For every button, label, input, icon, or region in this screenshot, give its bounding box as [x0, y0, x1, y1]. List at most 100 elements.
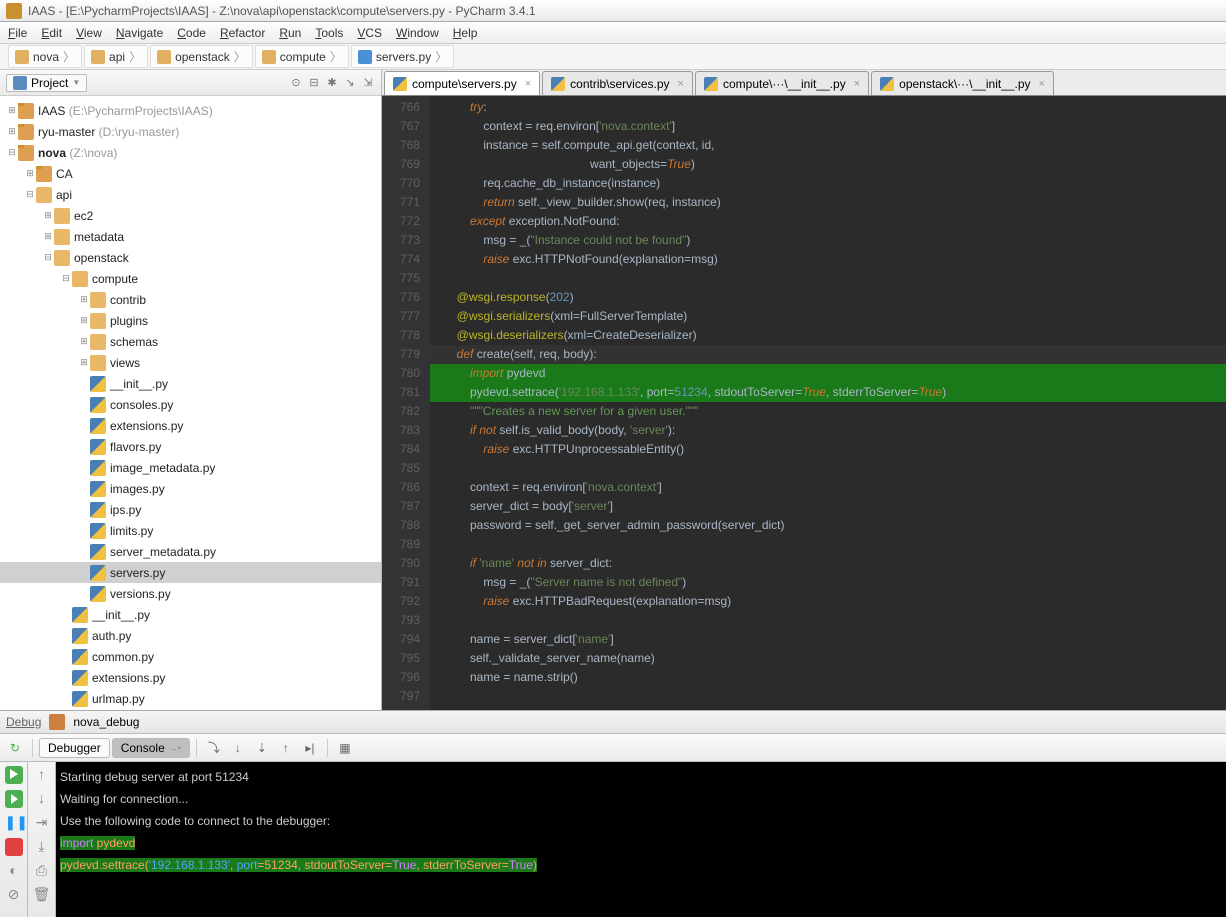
step-into-my-icon[interactable]: ⇣: [251, 737, 273, 759]
rerun-button[interactable]: ↻: [4, 737, 26, 759]
tree-item-contrib[interactable]: ⊞contrib: [0, 289, 381, 310]
tree-item-authpy[interactable]: auth.py: [0, 625, 381, 646]
tree-item-views[interactable]: ⊞views: [0, 352, 381, 373]
code-line[interactable]: password = self._get_server_admin_passwo…: [430, 516, 1226, 535]
close-icon[interactable]: ×: [1039, 78, 1045, 90]
tree-item-plugins[interactable]: ⊞plugins: [0, 310, 381, 331]
menu-run[interactable]: Run: [279, 26, 301, 40]
code-line[interactable]: msg = _("Instance could not be found"): [430, 231, 1226, 250]
code-line[interactable]: self._validate_server_name(name): [430, 649, 1226, 668]
code-line[interactable]: if not self.is_valid_body(body, 'server'…: [430, 421, 1226, 440]
debugger-tab[interactable]: Debugger: [39, 738, 110, 758]
breadcrumb-serverspy[interactable]: servers.py〉: [351, 45, 454, 68]
menu-refactor[interactable]: Refactor: [220, 26, 265, 40]
code-editor[interactable]: 766 767 768 769 770 771 772 773 774 775 …: [382, 96, 1226, 710]
code-line[interactable]: name = name.strip(): [430, 668, 1226, 687]
console-tab[interactable]: Console →•: [112, 738, 190, 758]
code-line[interactable]: if 'name' not in server_dict:: [430, 554, 1226, 573]
resume-button[interactable]: [5, 766, 23, 784]
editor-tab[interactable]: openstack\···\__init__.py×: [871, 71, 1054, 95]
step-out-icon[interactable]: ↑: [275, 737, 297, 759]
debug-config-name[interactable]: nova_debug: [73, 715, 139, 729]
editor-tab[interactable]: contrib\services.py×: [542, 71, 693, 95]
code-line[interactable]: msg = _("Server name is not defined"): [430, 573, 1226, 592]
breadcrumb-compute[interactable]: compute〉: [255, 45, 349, 68]
code-line[interactable]: req.cache_db_instance(instance): [430, 174, 1226, 193]
menu-navigate[interactable]: Navigate: [116, 26, 163, 40]
hide-icon[interactable]: ↘: [343, 76, 357, 90]
tree-item-commonpy[interactable]: common.py: [0, 646, 381, 667]
menu-view[interactable]: View: [76, 26, 102, 40]
code-line[interactable]: [430, 269, 1226, 288]
tree-item-consolespy[interactable]: consoles.py: [0, 394, 381, 415]
tree-item-ipspy[interactable]: ips.py: [0, 499, 381, 520]
code-line[interactable]: @wsgi.response(202): [430, 288, 1226, 307]
tree-item-imagespy[interactable]: images.py: [0, 478, 381, 499]
code-line[interactable]: @wsgi.deserializers(xml=CreateDeserializ…: [430, 326, 1226, 345]
menu-window[interactable]: Window: [396, 26, 439, 40]
tree-item-openstack[interactable]: ⊟openstack: [0, 247, 381, 268]
settings-icon[interactable]: ✱: [325, 76, 339, 90]
tree-item-ec2[interactable]: ⊞ec2: [0, 205, 381, 226]
clear-icon[interactable]: 🗑: [33, 886, 51, 904]
code-line[interactable]: instance = self.compute_api.get(context,…: [430, 136, 1226, 155]
code-line[interactable]: raise exc.HTTPUnprocessableEntity(): [430, 440, 1226, 459]
tree-item-extensionspy[interactable]: extensions.py: [0, 415, 381, 436]
code-line[interactable]: name = server_dict['name']: [430, 630, 1226, 649]
code-line[interactable]: [430, 535, 1226, 554]
tree-item-compute[interactable]: ⊟compute: [0, 268, 381, 289]
code-line[interactable]: [430, 687, 1226, 706]
hide-icon-2[interactable]: ⇲: [361, 76, 375, 90]
tree-item-nova[interactable]: ⊟nova (Z:\nova): [0, 142, 381, 163]
code-line[interactable]: raise exc.HTTPNotFound(explanation=msg): [430, 250, 1226, 269]
tree-item-flavorspy[interactable]: flavors.py: [0, 436, 381, 457]
run-to-cursor-icon[interactable]: ▸|: [299, 737, 321, 759]
code-line[interactable]: image_uuid = self._image_from_req_data(b…: [430, 706, 1226, 710]
code-line[interactable]: server_dict = body['server']: [430, 497, 1226, 516]
code-line[interactable]: import pydevd: [430, 364, 1226, 383]
menu-edit[interactable]: Edit: [41, 26, 62, 40]
tree-item-__init__py[interactable]: __init__.py: [0, 373, 381, 394]
menu-help[interactable]: Help: [453, 26, 478, 40]
tree-item-api[interactable]: ⊟api: [0, 184, 381, 205]
stop-button[interactable]: [5, 838, 23, 856]
breadcrumb-api[interactable]: api〉: [84, 45, 148, 68]
menu-code[interactable]: Code: [177, 26, 206, 40]
tree-item-metadata[interactable]: ⊞metadata: [0, 226, 381, 247]
project-view-selector[interactable]: Project ▼: [6, 74, 87, 92]
tree-item-server_metadatapy[interactable]: server_metadata.py: [0, 541, 381, 562]
tree-item-urlmappy[interactable]: urlmap.py: [0, 688, 381, 709]
code-line[interactable]: [430, 459, 1226, 478]
tree-item-schemas[interactable]: ⊞schemas: [0, 331, 381, 352]
tree-item-CA[interactable]: ⊞CA: [0, 163, 381, 184]
step-into-icon[interactable]: ↓: [227, 737, 249, 759]
run-button[interactable]: [5, 790, 23, 808]
scroll-from-source-icon[interactable]: ⊙: [289, 76, 303, 90]
tree-item-ryumaster[interactable]: ⊞ryu-master (D:\ryu-master): [0, 121, 381, 142]
code-line[interactable]: return self._view_builder.show(req, inst…: [430, 193, 1226, 212]
tree-item-serverspy[interactable]: servers.py: [0, 562, 381, 583]
close-icon[interactable]: ×: [525, 78, 531, 90]
editor-tab[interactable]: compute\servers.py×: [384, 71, 540, 95]
breadcrumb-openstack[interactable]: openstack〉: [150, 45, 253, 68]
code-line[interactable]: try:: [430, 98, 1226, 117]
code-line[interactable]: def create(self, req, body):: [430, 345, 1226, 364]
code-line[interactable]: """Creates a new server for a given user…: [430, 402, 1226, 421]
view-breakpoints-icon[interactable]: ◐: [5, 862, 23, 880]
soft-wrap-icon[interactable]: ⇥: [33, 814, 51, 832]
menu-vcs[interactable]: VCS: [357, 26, 382, 40]
collapse-all-icon[interactable]: ⊟: [307, 76, 321, 90]
pause-button[interactable]: ❚❚: [5, 814, 23, 832]
tree-item-__init__py[interactable]: __init__.py: [0, 604, 381, 625]
code-content[interactable]: try: context = req.environ['nova.context…: [430, 96, 1226, 710]
scroll-end-icon[interactable]: ⤓: [33, 838, 51, 856]
code-line[interactable]: @wsgi.serializers(xml=FullServerTemplate…: [430, 307, 1226, 326]
tree-item-versionspy[interactable]: versions.py: [0, 583, 381, 604]
code-line[interactable]: pydevd.settrace('192.168.1.133', port=51…: [430, 383, 1226, 402]
code-line[interactable]: except exception.NotFound:: [430, 212, 1226, 231]
breadcrumb-nova[interactable]: nova〉: [8, 45, 82, 68]
debug-label[interactable]: Debug: [6, 715, 41, 729]
code-line[interactable]: raise exc.HTTPBadRequest(explanation=msg…: [430, 592, 1226, 611]
step-over-icon[interactable]: ⤵: [203, 737, 225, 759]
project-tree[interactable]: ⊞IAAS (E:\PycharmProjects\IAAS)⊞ryu-mast…: [0, 96, 381, 710]
